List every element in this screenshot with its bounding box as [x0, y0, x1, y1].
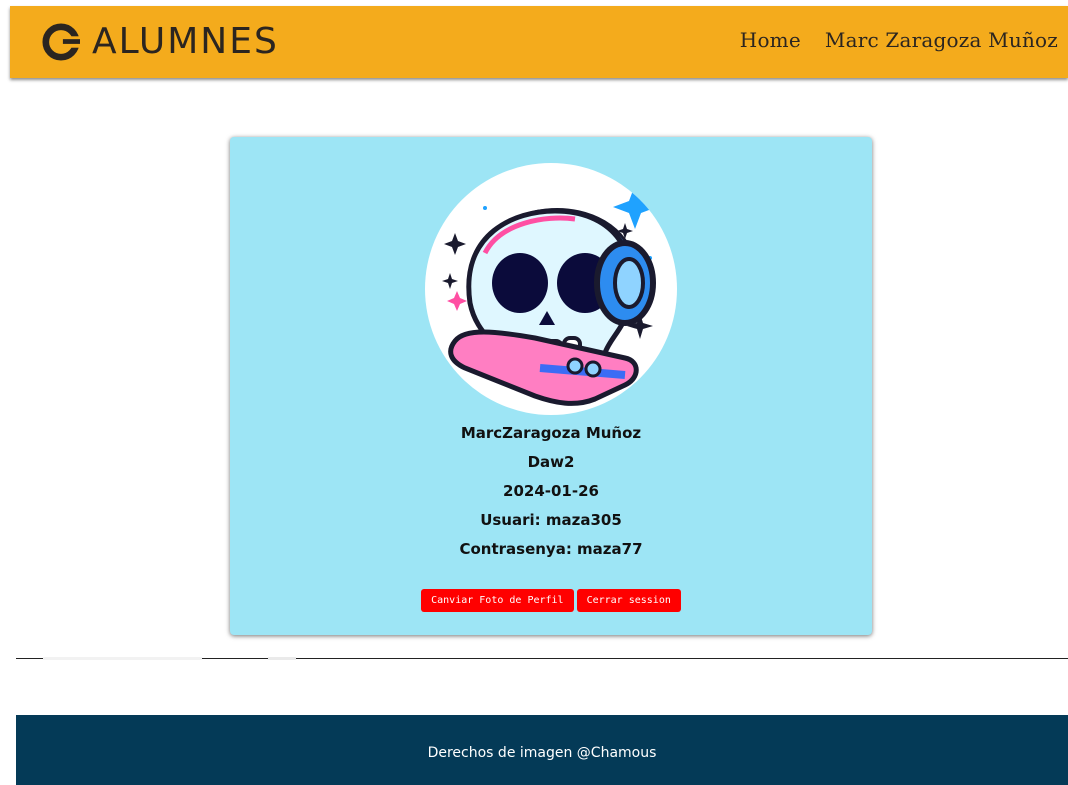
brand-logo[interactable]: ALUMNES	[42, 20, 279, 64]
main-nav: Home Marc Zaragoza Muñoz	[740, 28, 1058, 52]
profile-name: MarcZaragoza Muñoz	[460, 424, 642, 442]
top-header: ALUMNES Home Marc Zaragoza Muñoz	[10, 6, 1068, 78]
nav-user-link[interactable]: Marc Zaragoza Muñoz	[825, 28, 1058, 52]
page: ALUMNES Home Marc Zaragoza Muñoz MarcZar…	[0, 0, 1068, 785]
c-logo-icon	[42, 23, 80, 61]
footer-text: Derechos de imagen @Chamous	[427, 745, 657, 761]
divider-segment	[268, 657, 296, 660]
page-footer: Derechos de imagen @Chamous	[16, 715, 1068, 785]
brand-text: ALUMNES	[92, 21, 279, 62]
nav-home-link[interactable]: Home	[740, 28, 801, 52]
profile-date: 2024-01-26	[503, 482, 599, 500]
profile-username: Usuari: maza305	[480, 511, 622, 529]
profile-group: Daw2	[527, 453, 575, 471]
profile-info: MarcZaragoza Muñoz Daw2 2024-01-26 Usuar…	[230, 419, 872, 564]
profile-card: MarcZaragoza Muñoz Daw2 2024-01-26 Usuar…	[230, 137, 872, 635]
profile-password: Contrasenya: maza77	[459, 540, 643, 558]
profile-avatar	[425, 163, 677, 415]
change-photo-button[interactable]: Canviar Foto de Perfil	[421, 589, 574, 612]
logout-button[interactable]: Cerrar session	[576, 589, 681, 612]
divider-segment	[43, 657, 202, 660]
skull-headphones-avatar-icon	[442, 185, 657, 406]
profile-actions: Canviar Foto de Perfil Cerrar session	[230, 589, 872, 612]
